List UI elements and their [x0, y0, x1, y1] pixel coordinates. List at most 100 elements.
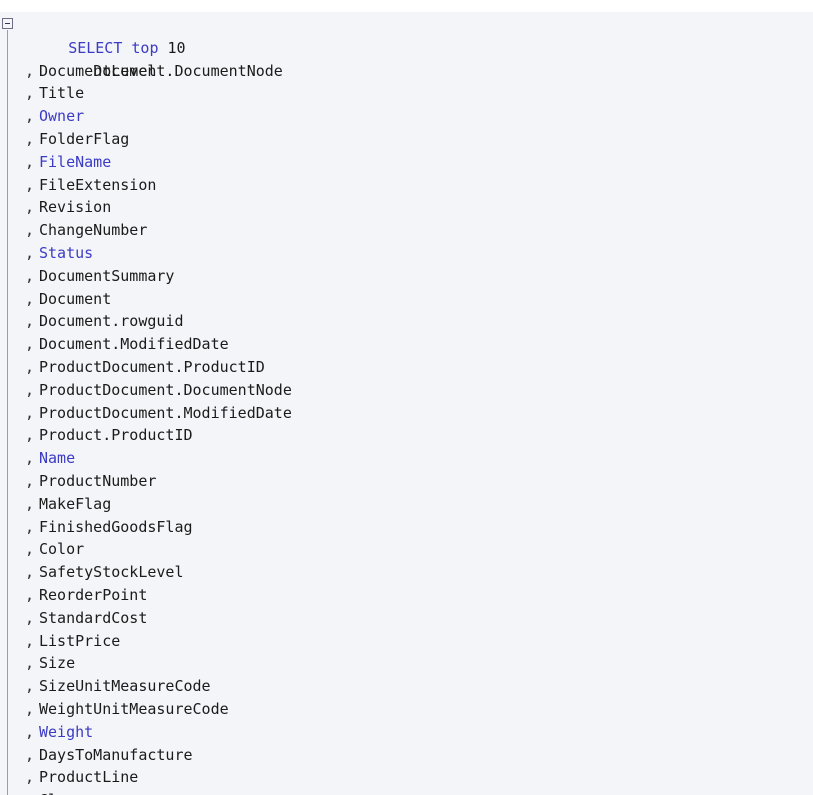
- code-line-column[interactable]: , Size: [0, 652, 813, 675]
- code-line-column[interactable]: , ChangeNumber: [0, 219, 813, 242]
- column-name: Document.ModifiedDate: [39, 335, 229, 354]
- code-line-column[interactable]: , MakeFlag: [0, 493, 813, 516]
- code-line-column[interactable]: , FolderFlag: [0, 128, 813, 151]
- column-separator-comma: ,: [25, 243, 35, 262]
- column-separator-comma: ,: [25, 335, 35, 354]
- code-line-column[interactable]: , SizeUnitMeasureCode: [0, 675, 813, 698]
- code-line-column[interactable]: , DaysToManufacture: [0, 744, 813, 767]
- column-name: FileExtension: [39, 175, 157, 194]
- column-separator-comma: ,: [25, 517, 35, 536]
- column-separator-comma: ,: [25, 175, 35, 194]
- code-line-column[interactable]: , Color: [0, 538, 813, 561]
- code-line-column[interactable]: , FileExtension: [0, 174, 813, 197]
- column-separator-comma: ,: [25, 152, 35, 171]
- column-name: ListPrice: [39, 631, 121, 650]
- column-name: ReorderPoint: [39, 585, 148, 604]
- code-line-column[interactable]: , Weight: [0, 721, 813, 744]
- column-name: DocumentSummary: [39, 266, 175, 285]
- column-name: ChangeNumber: [39, 221, 148, 240]
- column-name: Size: [39, 654, 76, 673]
- code-lines-container[interactable]: SELECT top 10 Document.DocumentNode , Doc…: [0, 14, 813, 795]
- column-separator-comma: ,: [0, 789, 39, 795]
- column-name: FinishedGoodsFlag: [39, 517, 193, 536]
- column-name: WeightUnitMeasureCode: [39, 699, 229, 718]
- code-line-column[interactable]: , ProductDocument.ProductID: [0, 356, 813, 379]
- column-separator-comma: ,: [25, 84, 35, 103]
- column-separator-comma: ,: [25, 608, 35, 627]
- column-separator-comma: ,: [25, 107, 35, 126]
- code-line-column[interactable]: , SafetyStockLevel: [0, 561, 813, 584]
- column-separator-comma: ,: [25, 745, 35, 764]
- column-name: ProductDocument.DocumentNode: [39, 380, 292, 399]
- column-name: Revision: [39, 198, 112, 217]
- column-separator-comma: ,: [25, 221, 35, 240]
- code-line-column[interactable]: , StandardCost: [0, 607, 813, 630]
- column-separator-comma: ,: [25, 266, 35, 285]
- column-separator-comma: ,: [25, 426, 35, 445]
- column-separator-comma: ,: [25, 677, 35, 696]
- column-separator-comma: ,: [25, 494, 35, 513]
- code-line-column[interactable]: , ProductDocument.DocumentNode: [0, 379, 813, 402]
- column-name: MakeFlag: [39, 494, 112, 513]
- column-separator-comma: ,: [25, 699, 35, 718]
- column-name: FolderFlag: [39, 129, 130, 148]
- code-line-column[interactable]: , Status: [0, 242, 813, 265]
- sql-query-editor[interactable]: SELECT top 10 Document.DocumentNode , Doc…: [0, 0, 813, 795]
- code-line-column[interactable]: , Owner: [0, 105, 813, 128]
- column-separator-comma: ,: [25, 563, 35, 582]
- column-separator-comma: ,: [25, 129, 35, 148]
- column-name: Weight: [39, 722, 94, 741]
- column-name: Document: [39, 289, 112, 308]
- code-line-column[interactable]: , ListPrice: [0, 630, 813, 653]
- column-separator-comma: ,: [25, 61, 35, 80]
- column-name: SafetyStockLevel: [39, 563, 184, 582]
- column-separator-comma: ,: [25, 380, 35, 399]
- column-name: DaysToManufacture: [39, 745, 193, 764]
- literal-row-count: 10: [167, 38, 186, 57]
- column-name: StandardCost: [39, 608, 148, 627]
- column-name: Status: [39, 243, 94, 262]
- column-separator-comma: ,: [25, 403, 35, 422]
- column-separator-comma: ,: [25, 471, 35, 490]
- statement-indent: [54, 39, 68, 57]
- column-separator-comma: ,: [25, 312, 35, 331]
- column-name: Color: [39, 540, 85, 559]
- column-name: FileName: [39, 152, 112, 171]
- column-separator-comma: ,: [25, 768, 35, 787]
- code-line-column[interactable]: , FileName: [0, 151, 813, 174]
- code-line-column[interactable]: , Title: [0, 82, 813, 105]
- column-name: Owner: [39, 107, 85, 126]
- code-line-column[interactable]: ,Class: [0, 789, 813, 795]
- code-line-column[interactable]: , WeightUnitMeasureCode: [0, 698, 813, 721]
- column-name: Title: [39, 84, 85, 103]
- code-line-column[interactable]: , DocumentLevel: [0, 60, 813, 83]
- column-name: SizeUnitMeasureCode: [39, 677, 211, 696]
- column-name: Product.ProductID: [39, 426, 193, 445]
- keyword-select: SELECT: [68, 38, 123, 57]
- code-line-column[interactable]: , Product.ProductID: [0, 424, 813, 447]
- code-line-column[interactable]: , FinishedGoodsFlag: [0, 516, 813, 539]
- column-name: Document.rowguid: [39, 312, 184, 331]
- code-line-column[interactable]: , Document.rowguid: [0, 310, 813, 333]
- code-line-column[interactable]: , DocumentSummary: [0, 265, 813, 288]
- code-line-column[interactable]: , ProductLine: [0, 766, 813, 789]
- column-separator-comma: ,: [25, 631, 35, 650]
- column-lines-group[interactable]: , DocumentLevel, Title, Owner, FolderFlag, Fi…: [0, 60, 813, 795]
- code-line-column[interactable]: , ReorderPoint: [0, 584, 813, 607]
- column-name: DocumentLevel: [39, 61, 157, 80]
- column-name: ProductLine: [39, 768, 139, 787]
- code-line-statement[interactable]: SELECT top 10: [0, 14, 813, 57]
- code-line-column[interactable]: , ProductDocument.ModifiedDate: [0, 402, 813, 425]
- column-separator-comma: ,: [25, 357, 35, 376]
- column-separator-comma: ,: [25, 540, 35, 559]
- code-line-column[interactable]: , Name: [0, 447, 813, 470]
- code-line-column[interactable]: , Document: [0, 288, 813, 311]
- column-name: ProductNumber: [39, 471, 157, 490]
- column-separator-comma: ,: [25, 722, 35, 741]
- column-name: ProductDocument.ModifiedDate: [39, 403, 292, 422]
- column-name: Name: [39, 449, 76, 468]
- code-line-column[interactable]: , ProductNumber: [0, 470, 813, 493]
- code-line-column[interactable]: , Revision: [0, 196, 813, 219]
- code-line-column[interactable]: , Document.ModifiedDate: [0, 333, 813, 356]
